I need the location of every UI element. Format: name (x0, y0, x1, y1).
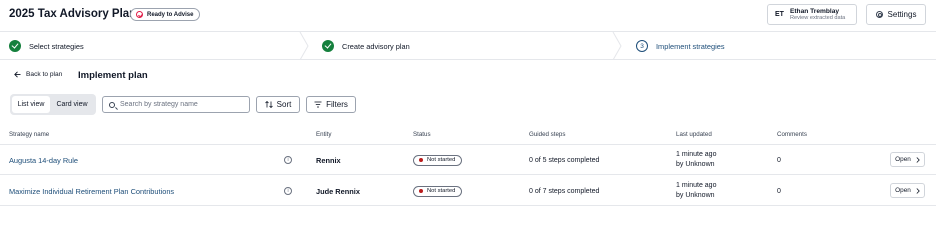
column-header[interactable]: Guided steps (529, 131, 565, 138)
column-header[interactable]: Entity (316, 131, 331, 138)
user-subtitle: Review extracted data (789, 15, 846, 22)
updated-by: by Unknown (676, 161, 715, 168)
column-header[interactable]: Strategy name (9, 131, 49, 138)
view-toggle: List view Card view (10, 94, 96, 115)
status-label: Not started (427, 157, 456, 163)
column-header[interactable]: Status (413, 131, 431, 138)
search-icon (109, 101, 115, 108)
column-header[interactable]: Comments (777, 131, 807, 138)
user-name: Ethan Tremblay (789, 7, 840, 15)
filters-label: Filters (326, 100, 348, 109)
step-implement-strategies[interactable]: 3 Implement strategies (636, 32, 725, 60)
section-title: Implement plan (78, 70, 148, 81)
gear-icon (875, 11, 883, 18)
step-label: Create advisory plan (342, 41, 410, 51)
table-row: Maximize Individual Retirement Plan Cont… (0, 176, 936, 206)
status-dot-icon (419, 158, 423, 162)
step-label: Select strategies (29, 41, 84, 51)
strategy-link[interactable]: Maximize Individual Retirement Plan Cont… (9, 187, 174, 196)
check-icon (9, 40, 21, 52)
card-view-option[interactable]: Card view (50, 96, 94, 113)
page-title: 2025 Tax Advisory Plan (9, 8, 137, 20)
status-badge: Not started (413, 154, 463, 166)
sort-icon (264, 101, 273, 108)
back-arrow-icon (14, 71, 21, 78)
entity-name: Rennix (316, 155, 341, 165)
step-create-advisory-plan[interactable]: Create advisory plan (322, 32, 410, 60)
comments-count: 0 (777, 187, 781, 195)
check-icon (322, 40, 334, 52)
comments-count: 0 (777, 156, 781, 164)
step-separator (299, 32, 309, 60)
avatar: ET (775, 11, 784, 18)
open-button[interactable]: Open (890, 152, 925, 167)
table-row: Augusta 14-day Rule i Rennix Not started… (0, 145, 936, 175)
filters-button[interactable]: Filters (306, 96, 356, 113)
chevron-right-icon (916, 156, 920, 163)
status-label: Not started (427, 188, 456, 194)
updated-by: by Unknown (676, 192, 715, 199)
updated-time: 1 minute ago (676, 181, 717, 189)
settings-button[interactable]: Settings (866, 4, 926, 25)
filter-icon (314, 101, 322, 108)
chevron-right-icon (916, 187, 920, 194)
app-header: 2025 Tax Advisory Plan Ready to Advise E… (0, 0, 936, 32)
open-button[interactable]: Open (890, 183, 925, 198)
updated-time: 1 minute ago (676, 150, 717, 158)
step-select-strategies[interactable]: Select strategies (9, 32, 84, 60)
open-label: Open (895, 187, 911, 194)
info-icon[interactable]: i (284, 187, 292, 195)
status-badge-label: Ready to Advise (147, 11, 194, 18)
settings-label: Settings (887, 10, 917, 19)
table-header: Strategy name Entity Status Guided steps… (0, 125, 936, 145)
back-label: Back to plan (26, 71, 63, 78)
status-badge: Ready to Advise (130, 8, 201, 21)
step-separator (612, 32, 622, 60)
progress-stepper: Select strategies Create advisory plan 3… (0, 32, 936, 60)
entity-name: Jude Rennix (316, 186, 360, 196)
status-dot-icon (419, 189, 423, 193)
sort-button[interactable]: Sort (256, 96, 300, 113)
column-header[interactable]: Last updated (676, 131, 712, 138)
step-number: 3 (636, 40, 648, 52)
guided-steps: 0 of 7 steps completed (529, 187, 600, 195)
sort-label: Sort (276, 100, 292, 109)
status-badge: Not started (413, 185, 463, 197)
user-menu[interactable]: ET Ethan Tremblay Review extracted data (767, 4, 857, 25)
search-box (102, 96, 250, 113)
step-label: Implement strategies (656, 41, 725, 51)
search-input[interactable] (120, 101, 240, 108)
list-view-option[interactable]: List view (12, 96, 50, 113)
strategy-link[interactable]: Augusta 14-day Rule (9, 156, 78, 165)
ready-badge-icon (136, 11, 143, 18)
info-icon[interactable]: i (284, 156, 292, 164)
guided-steps: 0 of 5 steps completed (529, 156, 600, 164)
open-label: Open (895, 156, 911, 163)
back-to-plan-link[interactable]: Back to plan (14, 71, 62, 78)
